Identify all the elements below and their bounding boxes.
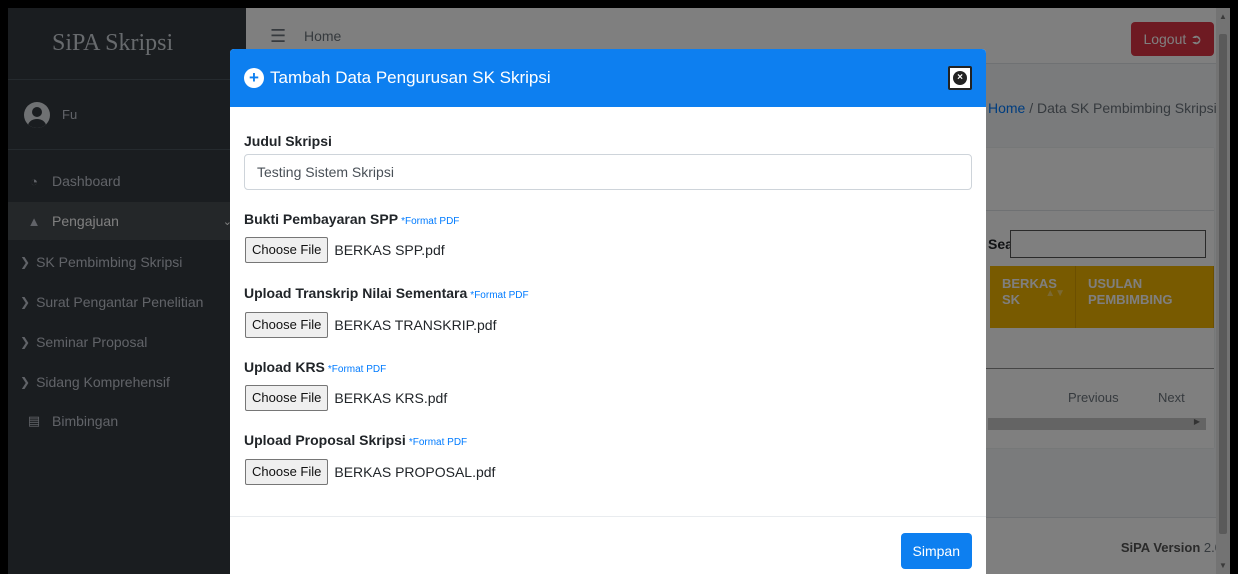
transkrip-upload-label: Upload Transkrip Nilai Sementara *Format …	[244, 285, 529, 301]
app-window: SiPA Skripsi Fu ◔ Dashboard ▲ Pengajuan …	[8, 8, 1230, 574]
selected-file-name: BERKAS KRS.pdf	[334, 390, 448, 406]
spp-upload-label: Bukti Pembayaran SPP *Format PDF	[244, 211, 459, 227]
krs-file-input[interactable]: Choose File BERKAS KRS.pdf	[245, 385, 447, 411]
close-icon: ×	[953, 71, 967, 85]
save-button[interactable]: Simpan	[900, 533, 972, 569]
field-label-text: Upload Transkrip Nilai Sementara	[244, 285, 468, 301]
transkrip-file-input[interactable]: Choose File BERKAS TRANSKRIP.pdf	[245, 312, 496, 338]
plus-circle-icon: +	[244, 68, 264, 88]
field-label-text: Upload KRS	[244, 359, 325, 375]
format-hint: *Format PDF	[470, 290, 529, 301]
proposal-upload-label: Upload Proposal Skripsi *Format PDF	[244, 432, 467, 448]
proposal-file-input[interactable]: Choose File BERKAS PROPOSAL.pdf	[245, 459, 495, 485]
selected-file-name: BERKAS SPP.pdf	[334, 242, 445, 258]
field-label-text: Bukti Pembayaran SPP	[244, 211, 399, 227]
choose-file-button[interactable]: Choose File	[245, 237, 329, 263]
close-button[interactable]: ×	[948, 66, 972, 90]
choose-file-button[interactable]: Choose File	[245, 312, 329, 338]
selected-file-name: BERKAS PROPOSAL.pdf	[334, 464, 496, 480]
selected-file-name: BERKAS TRANSKRIP.pdf	[334, 317, 497, 333]
krs-upload-label: Upload KRS *Format PDF	[244, 359, 386, 375]
modal-title: Tambah Data Pengurusan SK Skripsi	[270, 68, 551, 87]
choose-file-button[interactable]: Choose File	[245, 459, 329, 485]
format-hint: *Format PDF	[327, 364, 387, 375]
field-label-text: Upload Proposal Skripsi	[244, 432, 406, 448]
choose-file-button[interactable]: Choose File	[245, 385, 329, 411]
format-hint: *Format PDF	[408, 437, 468, 448]
add-sk-modal: + Tambah Data Pengurusan SK Skripsi × Ju…	[230, 49, 986, 574]
spp-file-input[interactable]: Choose File BERKAS SPP.pdf	[245, 237, 445, 263]
modal-footer	[230, 516, 986, 517]
format-hint: *Format PDF	[401, 216, 460, 227]
modal-header: + Tambah Data Pengurusan SK Skripsi ×	[230, 49, 986, 107]
judul-skripsi-label: Judul Skripsi	[244, 133, 332, 149]
judul-skripsi-input[interactable]: Testing Sistem Skripsi	[244, 154, 972, 190]
